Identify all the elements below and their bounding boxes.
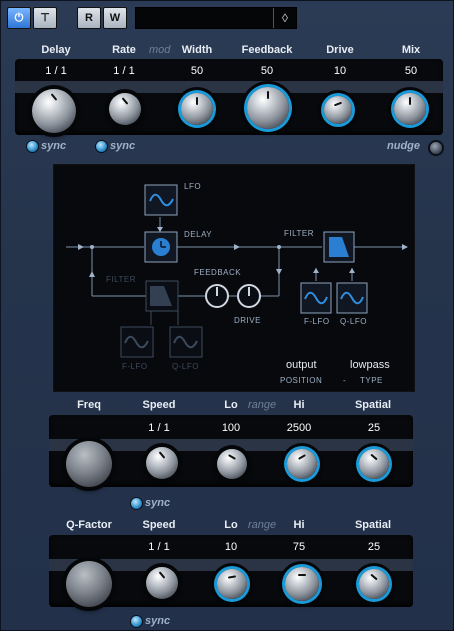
rate-value: 1 / 1 <box>113 65 135 77</box>
nudge-button[interactable] <box>430 142 442 154</box>
freq-speed-knob[interactable] <box>146 447 178 479</box>
freq-spatial-value: 25 <box>367 422 381 434</box>
q-speed-label: Speed <box>142 519 176 531</box>
q-spatial-value: 25 <box>367 541 381 553</box>
feedback-label: Feedback <box>241 44 293 56</box>
preset-field[interactable]: ◊ <box>135 7 297 29</box>
freq-speed-label: Speed <box>142 399 176 411</box>
q-sync-toggle[interactable]: sync <box>131 615 170 627</box>
delay-sync-label: sync <box>41 140 67 152</box>
q-lfo-left-label: Q-LFO <box>172 362 199 371</box>
freq-lo-value: 100 <box>221 422 241 434</box>
freq-label: Freq <box>77 399 101 411</box>
drive-diagram-label: DRIVE <box>234 316 261 325</box>
read-automation-button[interactable]: R <box>77 7 101 29</box>
q-sync-label: sync <box>145 615 171 627</box>
delay-label: Delay <box>41 44 71 56</box>
freq-sync-toggle[interactable]: sync <box>131 497 170 509</box>
filter-right-label: FILTER <box>284 229 314 238</box>
preset-menu-icon[interactable]: ◊ <box>273 8 296 28</box>
nudge-label: nudge <box>387 140 420 152</box>
width-value: 50 <box>190 65 204 77</box>
lfo-label: LFO <box>184 182 202 191</box>
width-label: Width <box>181 44 213 56</box>
position-value[interactable]: output <box>286 359 317 371</box>
type-value[interactable]: lowpass <box>350 359 390 371</box>
feedback-knob[interactable] <box>247 87 289 129</box>
width-knob[interactable] <box>181 93 213 125</box>
sync-led-icon <box>131 497 142 509</box>
q-spatial-label: Spatial <box>354 519 392 531</box>
feedback-value: 50 <box>260 65 274 77</box>
bypass-button[interactable]: ⊤ <box>33 7 57 29</box>
q-speed-knob[interactable] <box>146 567 178 599</box>
rate-knob[interactable] <box>109 93 141 125</box>
delay-value: 1 / 1 <box>45 65 67 77</box>
freq-hi-knob[interactable] <box>287 449 317 479</box>
q-hi-label: Hi <box>293 519 305 531</box>
drive-value: 10 <box>333 65 347 77</box>
signal-flow-diagram: LFO DELAY FILTER FILTER FEEDBACK DRIVE F… <box>53 164 415 392</box>
qfactor-knob[interactable] <box>66 561 112 607</box>
delay-sync-toggle[interactable]: sync <box>27 140 66 152</box>
freq-knob[interactable] <box>66 441 112 487</box>
toolbar: ⏻ ⊤ R W ◊ <box>7 7 447 29</box>
rate-sync-label: sync <box>110 140 136 152</box>
mix-knob[interactable] <box>394 93 426 125</box>
q-lo-knob[interactable] <box>217 569 247 599</box>
q-hi-value: 75 <box>292 541 306 553</box>
write-automation-button[interactable]: W <box>103 7 127 29</box>
position-label: POSITION <box>280 376 323 385</box>
f-lfo-right-label: F-LFO <box>304 317 330 326</box>
sync-led-icon <box>96 140 107 152</box>
power-button[interactable]: ⏻ <box>7 7 31 29</box>
bypass-icon: ⊤ <box>40 12 50 24</box>
freq-sync-label: sync <box>145 497 171 509</box>
qfactor-label: Q-Factor <box>66 519 112 531</box>
q-spatial-knob[interactable] <box>359 569 389 599</box>
freq-speed-value: 1 / 1 <box>148 422 170 434</box>
delay-knob[interactable] <box>32 89 76 133</box>
freq-spatial-knob[interactable] <box>359 449 389 479</box>
mix-value: 50 <box>404 65 418 77</box>
sync-led-icon <box>27 140 38 152</box>
q-lo-value: 10 <box>224 541 238 553</box>
freq-hi-label: Hi <box>293 399 305 411</box>
freq-lo-knob[interactable] <box>217 449 247 479</box>
freq-spatial-label: Spatial <box>354 399 392 411</box>
filter-left-label: FILTER <box>106 275 136 284</box>
q-speed-value: 1 / 1 <box>148 541 170 553</box>
plugin-window: ⏻ ⊤ R W ◊ Delay Rate mod Width Feedback … <box>0 0 454 631</box>
q-lfo-right-label: Q-LFO <box>340 317 367 326</box>
type-label: TYPE <box>360 376 383 385</box>
f-lfo-left-label: F-LFO <box>122 362 148 371</box>
drive-label: Drive <box>326 44 354 56</box>
diagram-delay-label: DELAY <box>184 230 213 239</box>
mix-label: Mix <box>401 44 421 56</box>
power-icon: ⏻ <box>14 12 24 24</box>
q-hi-knob[interactable] <box>285 567 319 601</box>
drive-knob[interactable] <box>324 96 352 124</box>
dash-label: - <box>343 376 347 385</box>
sync-led-icon <box>131 615 142 627</box>
feedback-diagram-label: FEEDBACK <box>194 268 242 277</box>
freq-hi-value: 2500 <box>286 422 312 434</box>
rate-sync-toggle[interactable]: sync <box>96 140 135 152</box>
